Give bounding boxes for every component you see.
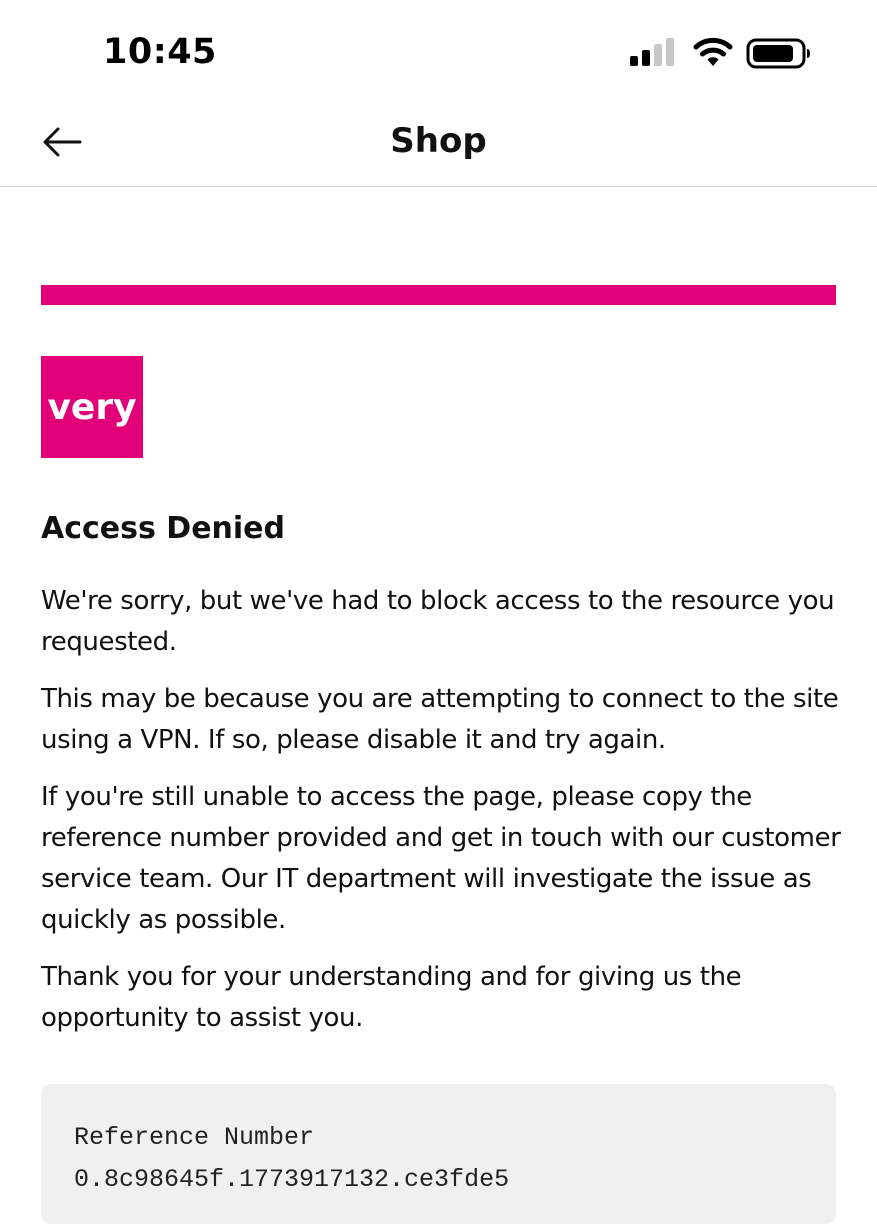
message-paragraph: Thank you for your understanding and for…	[41, 962, 742, 1033]
battery-icon	[746, 36, 812, 74]
main-content: Access Denied We're sorry, but we've had…	[41, 505, 841, 1055]
page-title: Shop	[390, 121, 487, 161]
wifi-icon	[693, 36, 733, 74]
brand-accent-bar	[41, 285, 836, 305]
message-paragraph: We're sorry, but we've had to block acce…	[41, 586, 835, 657]
reference-box[interactable]: Reference Number 0.8c98645f.1773917132.c…	[41, 1084, 836, 1224]
message-paragraph: If you're still unable to access the pag…	[41, 782, 841, 935]
message-paragraph: This may be because you are attempting t…	[41, 684, 839, 755]
error-heading: Access Denied	[41, 511, 285, 546]
reference-label: Reference Number	[74, 1123, 315, 1152]
status-time: 10:45	[103, 32, 217, 72]
very-logo: very	[41, 356, 143, 458]
logo-text: very	[47, 387, 136, 428]
signal-icon	[628, 36, 674, 74]
reference-number[interactable]: 0.8c98645f.1773917132.ce3fde5	[74, 1160, 509, 1200]
status-bar: 10:45	[0, 0, 877, 100]
nav-bar: Shop	[0, 100, 877, 187]
